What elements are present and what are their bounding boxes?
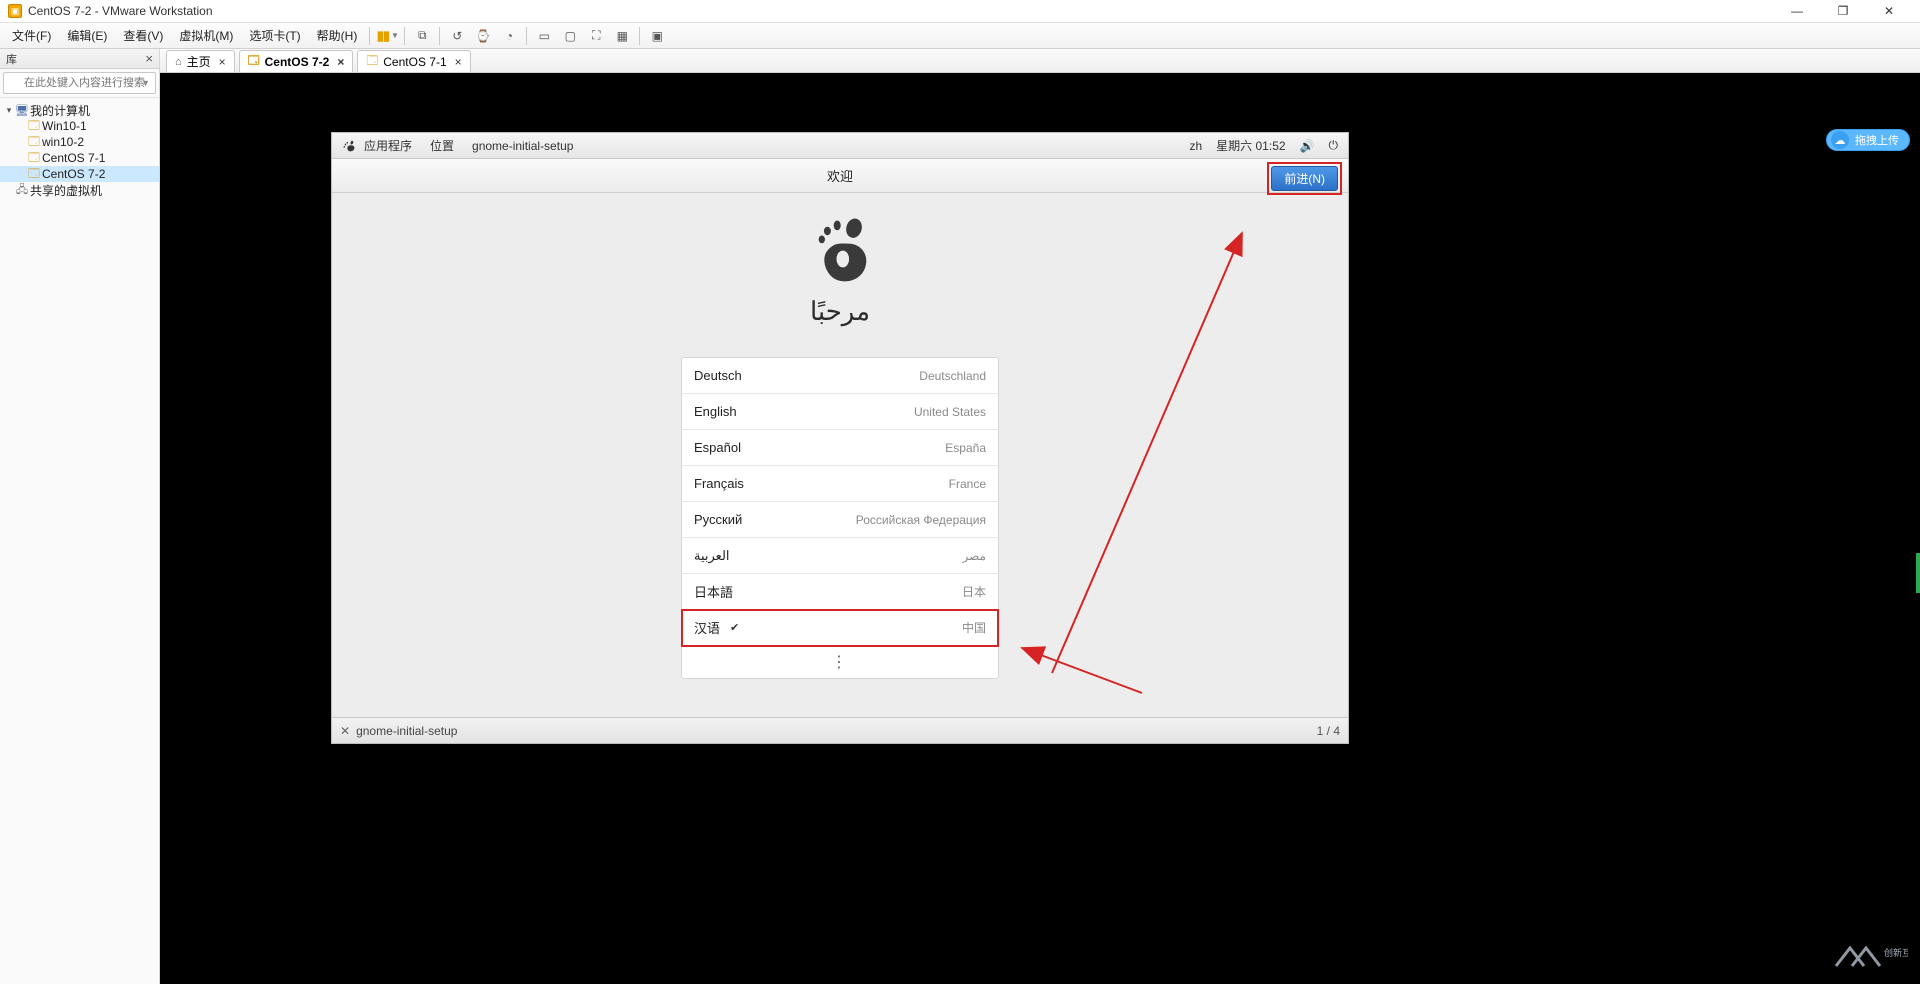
cloud-icon: ☁ [1831,131,1849,149]
language-country: 日本 [962,583,986,600]
language-row[interactable]: English United States [682,394,998,430]
taskbar-app-icon[interactable]: ✕ [340,724,350,738]
vm-console-view[interactable]: ☁ 拖拽上传 应用程序 位置 gnome-initial-setup zh 星期… [160,73,1920,984]
language-row[interactable]: Français France [682,466,998,502]
check-icon: ✔ [730,621,739,634]
menu-help[interactable]: 帮助(H) [309,23,366,48]
tool-view-fullscreen[interactable]: ⛶ [585,25,607,47]
tab-close-icon[interactable]: × [455,55,462,69]
tree-my-computer[interactable]: ▾🖥 我的计算机 [0,102,159,118]
gnome-active-app[interactable]: gnome-initial-setup [472,139,573,153]
language-country: 中国 [962,619,986,636]
gnome-input-indicator[interactable]: zh [1189,139,1202,153]
welcome-title: 欢迎 [827,166,853,185]
tool-view-unity[interactable]: ▢ [559,25,581,47]
language-country: United States [914,405,986,419]
language-row[interactable]: العربية مصر [682,538,998,574]
language-row[interactable]: Deutsch Deutschland [682,358,998,394]
drag-upload-badge[interactable]: ☁ 拖拽上传 [1826,129,1910,151]
tab-home[interactable]: ⌂ 主页 × [166,50,235,72]
workspace-indicator[interactable]: 1 / 4 [1317,724,1340,738]
tab-close-icon[interactable]: × [337,55,344,69]
library-close-button[interactable]: × [145,51,153,66]
tab-centos7-1[interactable]: 🗔 CentOS 7-1 × [357,50,470,72]
tree-shared-vms[interactable]: 🖧 共享的虚拟机 [0,182,159,198]
tool-view-multi[interactable]: ▦ [611,25,633,47]
menu-view[interactable]: 查看(V) [115,23,171,48]
greeting-text: مرحبًا [810,297,870,327]
language-row[interactable]: 汉语 ✔ 中国 [682,610,998,646]
guest-screen: 应用程序 位置 gnome-initial-setup zh 星期六 01:52… [332,133,1348,743]
home-icon: ⌂ [175,56,182,68]
gnome-foot-logo [805,217,875,287]
tool-thumbnail[interactable]: ▣ [646,25,668,47]
menu-vm[interactable]: 虚拟机(M) [171,23,241,48]
language-name: 日本語 [694,582,733,601]
tree-vm-win10-2[interactable]: 🗔win10-2 [0,134,159,150]
vm-icon: 🗔 [366,52,378,71]
taskbar-app-button[interactable]: gnome-initial-setup [356,724,457,738]
language-name: English [694,404,737,419]
gnome-clock[interactable]: 星期六 01:52 [1216,137,1285,154]
tab-centos7-2[interactable]: 🗔 CentOS 7-2 × [239,50,354,72]
library-header: 库 × [0,49,159,69]
language-name: 汉语 [694,618,720,637]
initial-setup-header: 欢迎 前进(N) [332,159,1348,193]
search-dropdown-icon[interactable]: ▼ [141,78,150,88]
language-row[interactable]: 日本語 日本 [682,574,998,610]
gnome-applications-menu[interactable]: 应用程序 [364,137,412,154]
vm-icon: 🗔 [248,52,260,71]
power-icon[interactable]: ⏻ [1329,138,1339,153]
gnome-top-bar: 应用程序 位置 gnome-initial-setup zh 星期六 01:52… [332,133,1348,159]
language-row[interactable]: Русский Российская Федерация [682,502,998,538]
window-minimize-button[interactable]: — [1774,0,1820,22]
library-search-input[interactable] [3,72,156,94]
language-country: France [949,477,986,491]
tool-revert[interactable]: ↺ [446,25,468,47]
gnome-foot-icon [342,139,356,153]
tool-snapshot-mgr[interactable]: ⌚ [472,25,494,47]
window-titlebar: ▣ CentOS 7-2 - VMware Workstation — ❐ ✕ [0,0,1920,23]
snapshot-button[interactable]: ⧉ [411,25,433,47]
language-name: العربية [694,548,730,564]
language-name: Français [694,476,744,491]
initial-setup-body: مرحبًا Deutsch Deutschland English United S… [332,193,1348,717]
language-country: España [945,441,986,455]
watermark-logo: 创新互联 [1828,936,1908,976]
gnome-bottom-taskbar: ✕ gnome-initial-setup 1 / 4 [332,717,1348,743]
menu-file[interactable]: 文件(F) [4,23,59,48]
tab-close-icon[interactable]: × [219,55,226,69]
svg-text:创新互联: 创新互联 [1884,947,1908,958]
window-maximize-button[interactable]: ❐ [1820,0,1866,22]
library-panel: 库 × 🔍 ▼ ▾🖥 我的计算机 🗔Win10-1 🗔win10-2 🗔Cent… [0,49,160,984]
language-country: Deutschland [919,369,986,383]
menu-edit[interactable]: 编辑(E) [59,23,115,48]
next-button[interactable]: 前进(N) [1271,166,1338,191]
language-row[interactable]: Español España [682,430,998,466]
language-list: Deutsch Deutschland English United States Es… [681,357,999,679]
tool-clock[interactable]: ◔ [498,25,520,47]
window-close-button[interactable]: ✕ [1866,0,1912,22]
right-edge-indicator [1916,553,1920,593]
window-title: CentOS 7-2 - VMware Workstation [28,4,213,18]
menubar: 文件(F) 编辑(E) 查看(V) 虚拟机(M) 选项卡(T) 帮助(H) ▮▮… [0,23,1920,49]
tree-vm-centos7-1[interactable]: 🗔CentOS 7-1 [0,150,159,166]
language-name: Español [694,440,741,455]
language-country: Российская Федерация [856,513,986,527]
library-tree: ▾🖥 我的计算机 🗔Win10-1 🗔win10-2 🗔CentOS 7-1 🗔… [0,98,159,202]
tree-vm-win10-1[interactable]: 🗔Win10-1 [0,118,159,134]
vmware-icon: ▣ [8,4,22,18]
annotation-box-next: 前进(N) [1267,162,1342,195]
gnome-places-menu[interactable]: 位置 [430,137,454,154]
volume-icon[interactable]: 🔊 [1300,139,1315,153]
language-name: Русский [694,512,742,527]
language-more-button[interactable]: ⋮ [682,646,998,678]
tool-view-console[interactable]: ▭ [533,25,555,47]
language-country: مصر [963,549,986,563]
vm-tabs-row: ⌂ 主页 × 🗔 CentOS 7-2 × 🗔 CentOS 7-1 × [160,49,1920,73]
language-name: Deutsch [694,368,742,383]
menu-tabs[interactable]: 选项卡(T) [241,23,308,48]
pause-button[interactable]: ▮▮▼ [376,25,398,47]
